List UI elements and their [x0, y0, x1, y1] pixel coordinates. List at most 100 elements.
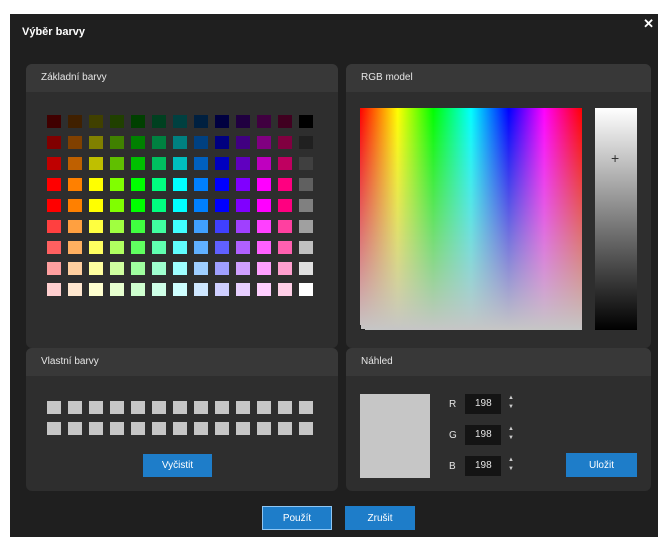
save-button[interactable]: Uložit — [566, 453, 637, 477]
basic-color-swatch[interactable] — [152, 115, 166, 128]
basic-color-swatch[interactable] — [68, 220, 82, 233]
custom-color-swatch[interactable] — [110, 422, 124, 435]
basic-color-swatch[interactable] — [152, 136, 166, 149]
basic-color-swatch[interactable] — [131, 220, 145, 233]
basic-color-swatch[interactable] — [194, 136, 208, 149]
basic-color-swatch[interactable] — [110, 157, 124, 170]
green-stepper[interactable]: ▲ ▼ — [506, 425, 516, 445]
basic-color-swatch[interactable] — [89, 136, 103, 149]
basic-color-swatch[interactable] — [110, 283, 124, 296]
basic-color-swatch[interactable] — [152, 220, 166, 233]
basic-color-swatch[interactable] — [236, 115, 250, 128]
basic-color-swatch[interactable] — [110, 262, 124, 275]
basic-color-swatch[interactable] — [236, 262, 250, 275]
custom-color-swatch[interactable] — [299, 422, 313, 435]
basic-color-swatch[interactable] — [299, 220, 313, 233]
basic-color-swatch[interactable] — [110, 199, 124, 212]
basic-color-swatch[interactable] — [68, 262, 82, 275]
basic-color-swatch[interactable] — [173, 136, 187, 149]
basic-color-swatch[interactable] — [278, 178, 292, 191]
basic-color-swatch[interactable] — [131, 157, 145, 170]
red-input[interactable]: 198 — [465, 394, 501, 414]
basic-color-swatch[interactable] — [257, 199, 271, 212]
custom-color-swatch[interactable] — [152, 422, 166, 435]
custom-color-swatch[interactable] — [68, 401, 82, 414]
basic-color-swatch[interactable] — [110, 220, 124, 233]
arrow-up-icon[interactable]: ▲ — [506, 425, 516, 434]
basic-color-swatch[interactable] — [257, 178, 271, 191]
basic-color-swatch[interactable] — [299, 262, 313, 275]
basic-color-swatch[interactable] — [68, 178, 82, 191]
basic-color-swatch[interactable] — [152, 283, 166, 296]
basic-color-swatch[interactable] — [68, 136, 82, 149]
basic-color-swatch[interactable] — [299, 157, 313, 170]
basic-color-swatch[interactable] — [131, 199, 145, 212]
custom-color-swatch[interactable] — [236, 401, 250, 414]
arrow-up-icon[interactable]: ▲ — [506, 456, 516, 465]
custom-color-swatch[interactable] — [194, 401, 208, 414]
basic-color-swatch[interactable] — [299, 241, 313, 254]
basic-color-swatch[interactable] — [299, 283, 313, 296]
custom-color-swatch[interactable] — [173, 422, 187, 435]
basic-color-swatch[interactable] — [299, 136, 313, 149]
custom-color-swatch[interactable] — [257, 401, 271, 414]
basic-color-swatch[interactable] — [89, 241, 103, 254]
basic-color-swatch[interactable] — [110, 136, 124, 149]
custom-color-swatch[interactable] — [236, 422, 250, 435]
custom-color-swatch[interactable] — [131, 422, 145, 435]
basic-color-swatch[interactable] — [236, 241, 250, 254]
basic-color-swatch[interactable] — [173, 115, 187, 128]
custom-color-swatch[interactable] — [89, 422, 103, 435]
basic-color-swatch[interactable] — [131, 115, 145, 128]
basic-color-swatch[interactable] — [236, 178, 250, 191]
basic-color-swatch[interactable] — [89, 262, 103, 275]
basic-color-swatch[interactable] — [257, 283, 271, 296]
basic-color-swatch[interactable] — [131, 178, 145, 191]
custom-color-swatch[interactable] — [47, 401, 61, 414]
basic-color-swatch[interactable] — [215, 283, 229, 296]
custom-color-swatch[interactable] — [89, 401, 103, 414]
basic-color-swatch[interactable] — [152, 157, 166, 170]
custom-color-swatch[interactable] — [257, 422, 271, 435]
basic-color-swatch[interactable] — [278, 283, 292, 296]
arrow-down-icon[interactable]: ▼ — [506, 434, 516, 443]
basic-color-swatch[interactable] — [194, 199, 208, 212]
basic-color-swatch[interactable] — [47, 283, 61, 296]
clear-button[interactable]: Vyčistit — [143, 454, 212, 477]
basic-color-swatch[interactable] — [89, 199, 103, 212]
custom-color-swatch[interactable] — [278, 422, 292, 435]
custom-color-swatch[interactable] — [278, 401, 292, 414]
basic-color-swatch[interactable] — [236, 199, 250, 212]
basic-color-swatch[interactable] — [47, 262, 61, 275]
custom-color-swatch[interactable] — [47, 422, 61, 435]
basic-color-swatch[interactable] — [131, 262, 145, 275]
basic-color-swatch[interactable] — [152, 199, 166, 212]
basic-color-swatch[interactable] — [110, 115, 124, 128]
basic-color-swatch[interactable] — [215, 262, 229, 275]
basic-color-swatch[interactable] — [173, 220, 187, 233]
basic-color-swatch[interactable] — [47, 115, 61, 128]
basic-color-swatch[interactable] — [194, 262, 208, 275]
basic-color-swatch[interactable] — [173, 262, 187, 275]
basic-color-swatch[interactable] — [47, 178, 61, 191]
basic-color-swatch[interactable] — [278, 136, 292, 149]
color-spectrum[interactable] — [360, 108, 582, 330]
basic-color-swatch[interactable] — [89, 220, 103, 233]
red-stepper[interactable]: ▲ ▼ — [506, 394, 516, 414]
basic-color-swatch[interactable] — [236, 283, 250, 296]
basic-color-swatch[interactable] — [68, 283, 82, 296]
basic-color-swatch[interactable] — [89, 178, 103, 191]
basic-color-swatch[interactable] — [47, 136, 61, 149]
basic-color-swatch[interactable] — [236, 136, 250, 149]
basic-color-swatch[interactable] — [194, 157, 208, 170]
custom-color-swatch[interactable] — [68, 422, 82, 435]
custom-color-swatch[interactable] — [110, 401, 124, 414]
basic-color-swatch[interactable] — [194, 220, 208, 233]
custom-color-swatch[interactable] — [299, 401, 313, 414]
basic-color-swatch[interactable] — [47, 157, 61, 170]
basic-color-swatch[interactable] — [236, 157, 250, 170]
basic-color-swatch[interactable] — [173, 283, 187, 296]
basic-color-swatch[interactable] — [68, 115, 82, 128]
basic-color-swatch[interactable] — [257, 136, 271, 149]
basic-color-swatch[interactable] — [257, 262, 271, 275]
